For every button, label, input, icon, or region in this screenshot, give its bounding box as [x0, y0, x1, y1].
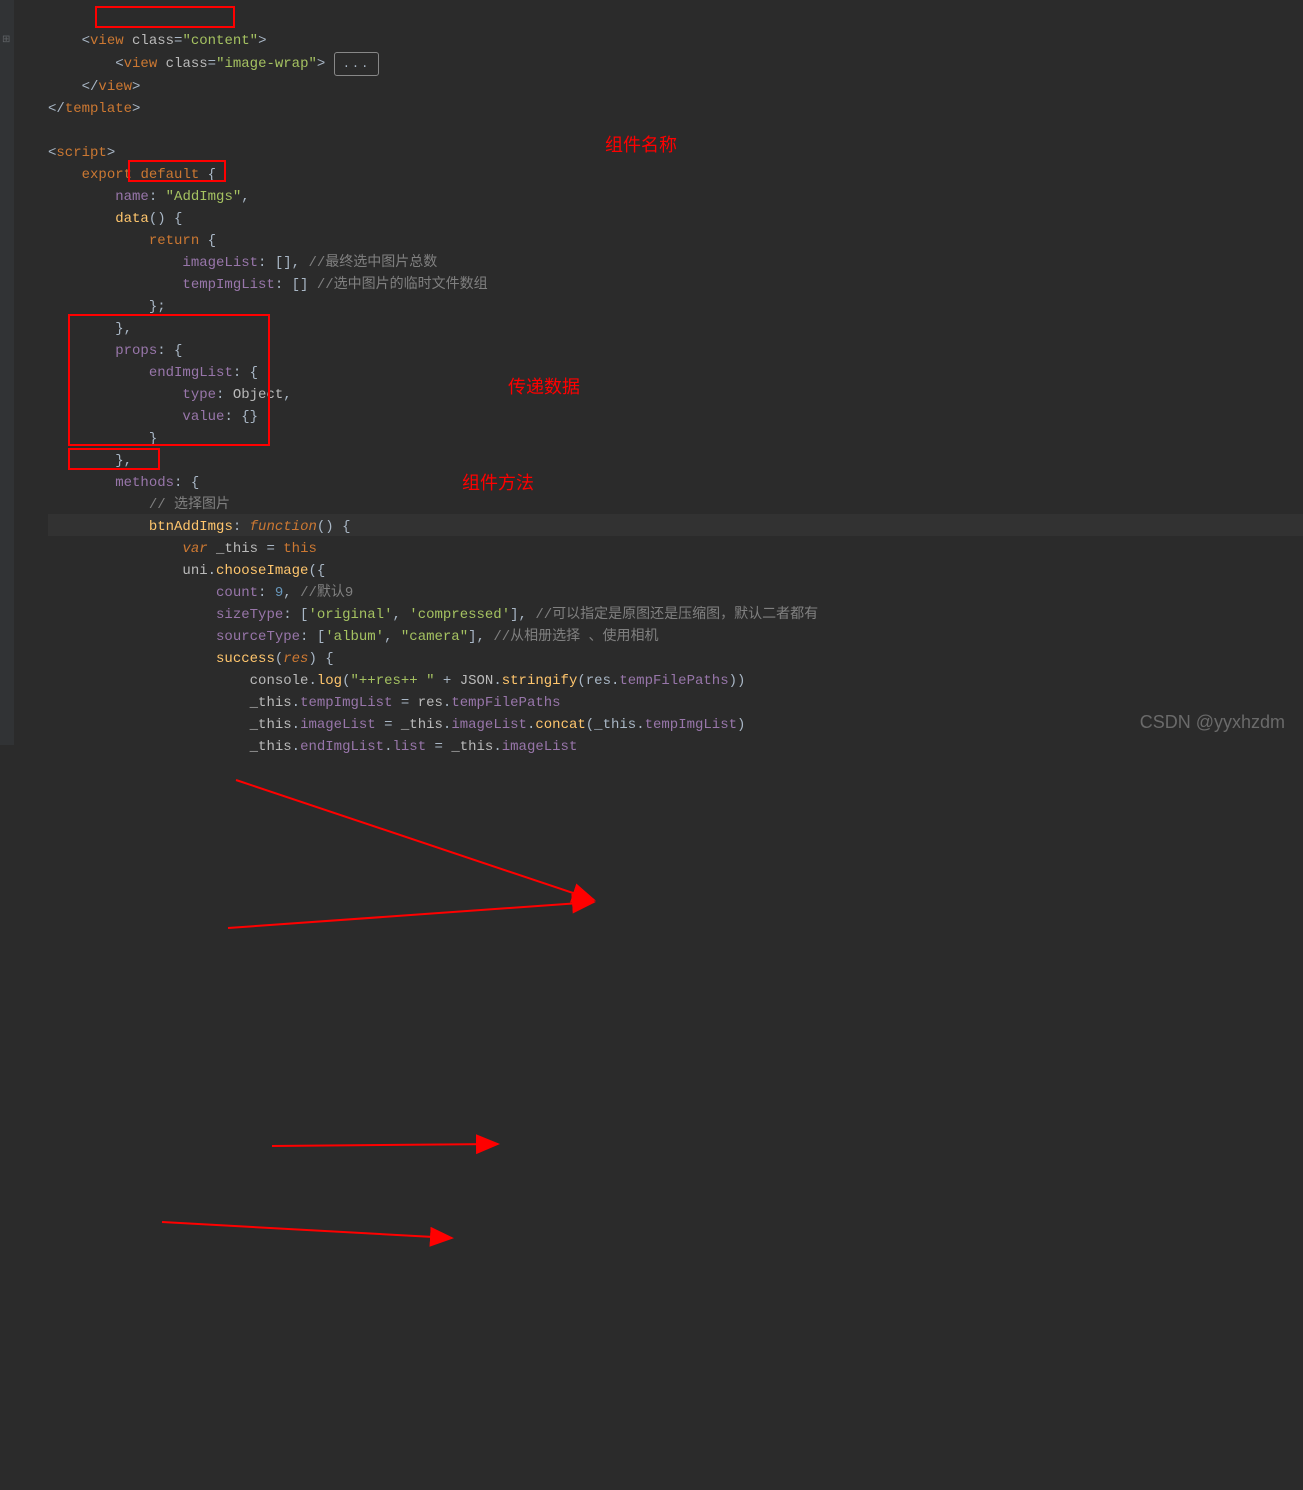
fold-badge[interactable]: ... [334, 52, 380, 76]
annotation-component-method: 组件方法 [462, 472, 534, 494]
annotation-component-name: 组件名称 [605, 134, 677, 156]
arrow-overlay [0, 758, 1303, 1490]
watermark: CSDN @yyxhzdm [1140, 711, 1285, 733]
annotation-pass-data: 传递数据 [508, 376, 580, 398]
code-editor[interactable]: <view class="content"> <view class="imag… [0, 0, 1303, 758]
